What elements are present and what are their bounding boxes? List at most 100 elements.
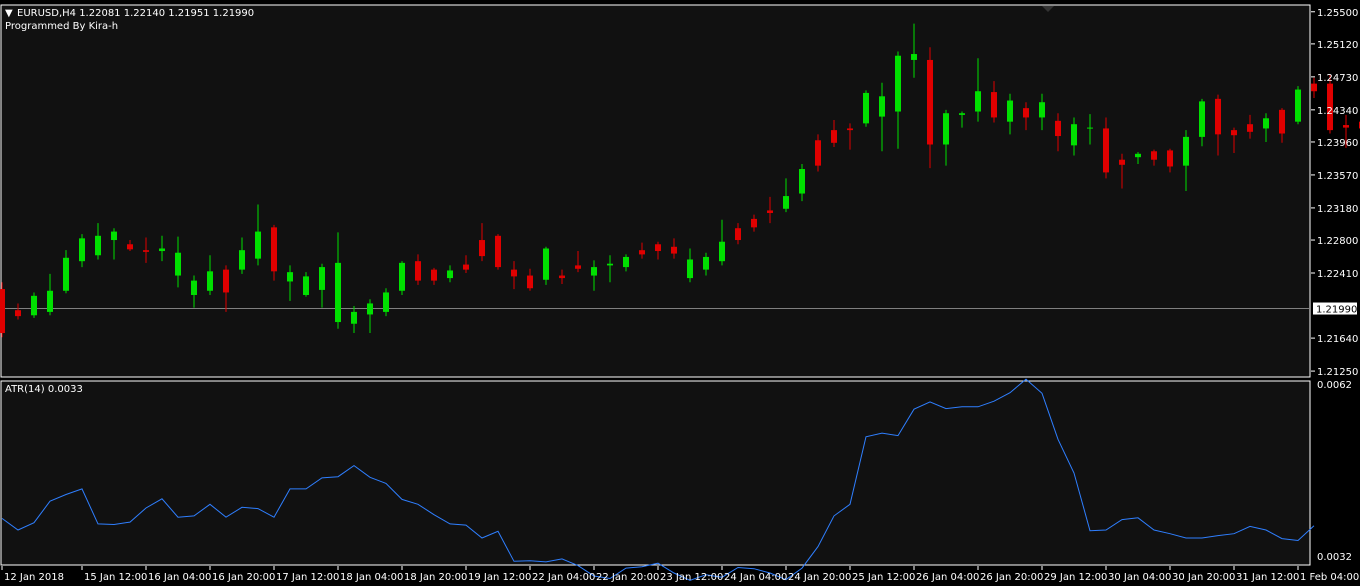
candle-body xyxy=(719,241,725,262)
current-price-label: 1.21990 xyxy=(1316,305,1357,316)
candle-body xyxy=(767,210,773,213)
candle-body xyxy=(751,218,757,228)
candle-body xyxy=(927,59,933,145)
candle-body xyxy=(223,269,229,293)
time-tick-label: 25 Jan 12:00 xyxy=(852,572,915,583)
candle-body xyxy=(847,128,853,131)
time-tick-label: 18 Jan 20:00 xyxy=(404,572,467,583)
candle-body xyxy=(431,269,437,281)
candle-body xyxy=(511,269,517,277)
candle-body xyxy=(703,256,709,270)
candle-body xyxy=(191,280,197,295)
candle-body xyxy=(1135,153,1141,158)
candle-body xyxy=(239,250,245,270)
time-tick-label: 26 Jan 20:00 xyxy=(980,572,1043,583)
atr-tick-label: 0.0062 xyxy=(1317,380,1352,391)
candle xyxy=(399,261,405,295)
time-tick-label: 16 Jan 20:00 xyxy=(212,572,275,583)
chart-canvas: ▼ EURUSD,H4 1.22081 1.22140 1.21951 1.21… xyxy=(0,0,1360,586)
price-tick-label: 1.25500 xyxy=(1317,8,1358,19)
candle-body xyxy=(351,311,357,324)
candle-body xyxy=(591,267,597,276)
candle-body xyxy=(943,113,949,145)
time-tick-label: 23 Jan 12:00 xyxy=(660,572,723,583)
candle-body xyxy=(735,228,741,241)
candle-body xyxy=(319,267,325,290)
candle-body xyxy=(799,169,805,194)
candle-body xyxy=(95,235,101,256)
time-tick-label: 17 Jan 12:00 xyxy=(276,572,339,583)
candle-body xyxy=(607,263,613,266)
candle-body xyxy=(1295,89,1301,122)
time-tick-label: 31 Jan 12:00 xyxy=(1236,572,1299,583)
current-price-tag: 1.21990 xyxy=(1313,302,1357,316)
candle-body xyxy=(15,310,21,317)
candle-body xyxy=(911,54,917,60)
candle xyxy=(543,246,549,285)
price-panel[interactable]: ▼ EURUSD,H4 1.22081 1.22140 1.21951 1.21… xyxy=(0,4,1360,378)
candle-body xyxy=(783,196,789,209)
candle xyxy=(0,282,5,338)
candle-body xyxy=(1151,151,1157,160)
time-tick-label: 22 Jan 20:00 xyxy=(596,572,659,583)
candle-body xyxy=(0,289,5,334)
candle-body xyxy=(991,92,997,118)
candle-body xyxy=(1311,83,1317,92)
candle-body xyxy=(1103,128,1109,173)
time-tick-label: 24 Jan 04:00 xyxy=(724,572,787,583)
candle-body xyxy=(1119,159,1125,165)
candle-body xyxy=(1199,101,1205,137)
candle-body xyxy=(1167,150,1173,167)
candle-body xyxy=(1071,124,1077,146)
time-tick-label: 22 Jan 04:00 xyxy=(532,572,595,583)
candle-body xyxy=(447,270,453,279)
candle-body xyxy=(127,244,133,250)
symbol-quote-line: EURUSD,H4 1.22081 1.22140 1.21951 1.2199… xyxy=(17,8,254,19)
time-tick-label: 24 Jan 20:00 xyxy=(788,572,851,583)
price-panel-frame xyxy=(0,4,1311,378)
candle-body xyxy=(623,256,629,268)
atr-panel[interactable]: ATR(14) 0.0033 xyxy=(0,378,1315,581)
candle-body xyxy=(1231,130,1237,136)
atr-indicator-label: ATR(14) 0.0033 xyxy=(5,384,83,395)
atr-panel-frame xyxy=(0,380,1311,566)
candle-body xyxy=(959,113,965,115)
candle-body xyxy=(559,275,565,279)
time-tick-label: 19 Jan 12:00 xyxy=(468,572,531,583)
candle-body xyxy=(1055,120,1061,137)
candle-body xyxy=(655,244,661,252)
price-tick-label: 1.24340 xyxy=(1317,106,1358,117)
candle-body xyxy=(335,262,341,323)
candle-body xyxy=(143,250,149,252)
candle xyxy=(1327,75,1333,134)
price-tick-label: 1.21250 xyxy=(1317,367,1358,378)
candle xyxy=(31,292,37,318)
candle-body xyxy=(575,265,581,269)
candle-body xyxy=(1183,136,1189,166)
candle-body xyxy=(79,238,85,262)
price-tick-label: 1.22800 xyxy=(1317,236,1358,247)
candle-body xyxy=(1279,109,1285,134)
candle-body xyxy=(895,55,901,112)
candle-body xyxy=(1087,127,1093,129)
candle-body xyxy=(207,271,213,291)
time-tick-label: 16 Jan 04:00 xyxy=(148,572,211,583)
candle-body xyxy=(399,262,405,291)
candle-body xyxy=(1023,108,1029,118)
candle-body xyxy=(1263,118,1269,129)
candle-body xyxy=(1007,100,1013,122)
time-tick-label: 26 Jan 04:00 xyxy=(916,572,979,583)
candle-body xyxy=(159,248,165,252)
candle-body xyxy=(495,235,501,268)
price-tick-label: 1.24730 xyxy=(1317,73,1358,84)
atr-tick-label: 0.0032 xyxy=(1317,552,1352,563)
time-tick-label: 12 Jan 2018 xyxy=(4,572,64,583)
candle-body xyxy=(255,231,261,259)
time-tick-label: 18 Jan 04:00 xyxy=(340,572,403,583)
time-tick-label: 29 Jan 12:00 xyxy=(1044,572,1107,583)
candle-body xyxy=(543,248,549,280)
candle-body xyxy=(1247,124,1253,132)
candle-body xyxy=(47,290,53,312)
candle-body xyxy=(1039,102,1045,118)
symbol-dropdown-arrow-icon[interactable]: ▼ xyxy=(5,8,13,19)
